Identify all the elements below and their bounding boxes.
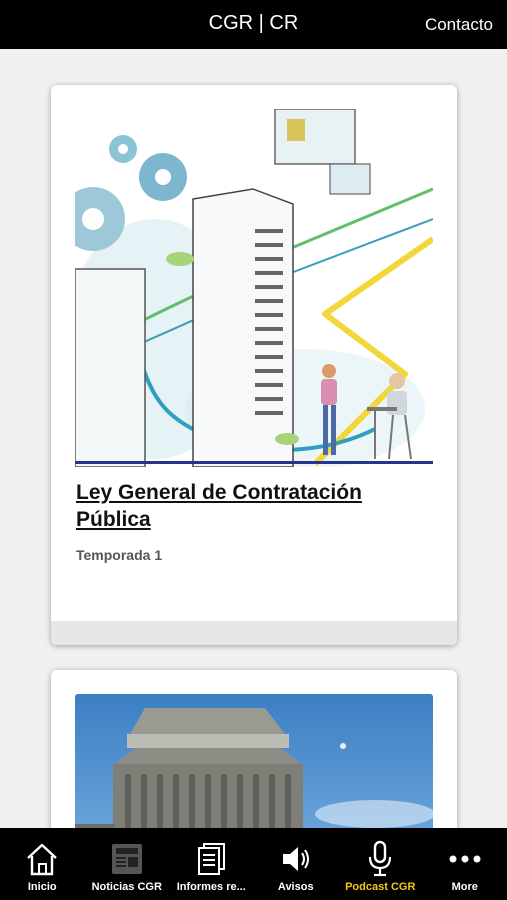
tab-label: Avisos: [277, 881, 314, 893]
newspaper-icon: [109, 840, 145, 878]
tab-avisos[interactable]: Avisos: [254, 828, 339, 900]
documents-icon: [193, 840, 229, 878]
tab-informes[interactable]: Informes re...: [169, 828, 254, 900]
more-dots-icon: [447, 840, 483, 878]
podcast-card[interactable]: Ley General de Contratación Pública Temp…: [51, 85, 457, 645]
podcast-season: Temporada 1: [76, 547, 163, 563]
podcast-title[interactable]: Ley General de Contratación Pública: [76, 479, 421, 533]
building-image: [75, 694, 433, 828]
top-bar: CGR | CR Contacto: [0, 0, 507, 49]
podcast-card-2[interactable]: [51, 670, 457, 828]
tab-noticias-cgr[interactable]: Noticias CGR: [85, 828, 170, 900]
home-icon: [24, 840, 60, 878]
tab-more[interactable]: More: [423, 828, 507, 900]
tab-inicio[interactable]: Inicio: [0, 828, 85, 900]
tab-label: Podcast CGR: [345, 881, 416, 893]
tab-label: Inicio: [27, 881, 57, 893]
tab-podcast-cgr[interactable]: Podcast CGR: [338, 828, 423, 900]
microphone-icon: [362, 840, 398, 878]
tab-label: Noticias CGR: [91, 881, 162, 893]
card-footer: [51, 621, 457, 645]
bottom-tab-bar: Inicio Noticias CGR Informes re... Aviso…: [0, 828, 507, 900]
content-scroll[interactable]: Ley General de Contratación Pública Temp…: [0, 49, 507, 828]
speaker-icon: [278, 840, 314, 878]
contact-link[interactable]: Contacto: [425, 15, 493, 35]
tab-label: More: [451, 881, 478, 893]
podcast-cover-image: [75, 109, 433, 467]
tab-label: Informes re...: [176, 881, 246, 893]
